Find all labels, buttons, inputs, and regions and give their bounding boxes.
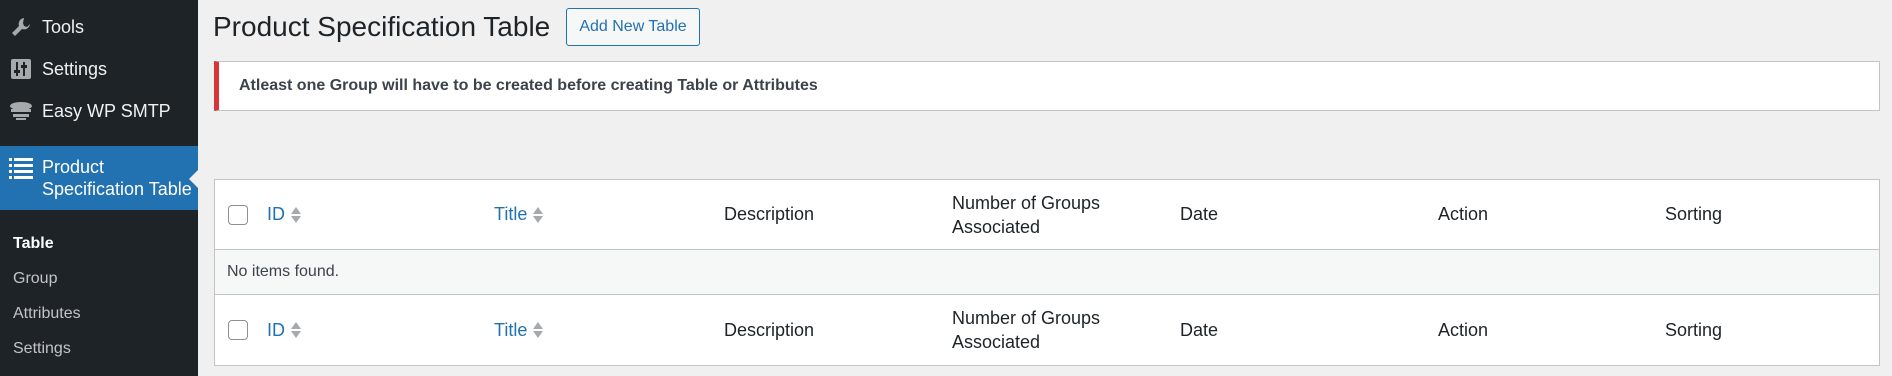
submenu-item-settings[interactable]: Settings (0, 331, 198, 366)
column-id[interactable]: ID (267, 295, 301, 365)
column-date: Date (1180, 319, 1219, 340)
column-groups-line2: Associated (952, 216, 1041, 237)
sidebar-item-easy-wp-smtp[interactable]: Easy WP SMTP (0, 90, 198, 132)
column-action: Action (1438, 319, 1489, 340)
column-date: Date (1180, 204, 1219, 224)
column-groups-line2: Associated (952, 332, 1041, 352)
column-title-label: Title (494, 319, 528, 340)
column-groups-line1: Number of Groups (952, 192, 1101, 213)
submenu: Table Group Attributes Settings (0, 226, 198, 366)
admin-sidebar: Tools Settings Easy WP SMTP Product Spec… (0, 0, 198, 376)
column-action: Action (1438, 204, 1489, 224)
column-id-label: ID (267, 204, 285, 224)
column-description: Description (724, 319, 815, 340)
select-all-cell (228, 180, 248, 249)
list-icon (9, 156, 33, 180)
submenu-item-attributes[interactable]: Attributes (0, 296, 198, 331)
settings-sliders-icon (9, 57, 33, 81)
wrench-icon (9, 15, 33, 39)
table-header-row: ID Title Description Number of Groups Ass… (215, 180, 1879, 250)
column-sorting: Sorting (1665, 319, 1723, 340)
column-id-label: ID (267, 319, 285, 340)
column-title[interactable]: Title (494, 295, 544, 365)
sidebar-item-settings[interactable]: Settings (0, 48, 198, 90)
sidebar-label-line2: Specification Table (42, 179, 192, 199)
sort-icon (533, 206, 544, 223)
empty-row: No items found. (215, 250, 1879, 295)
select-all-checkbox[interactable] (228, 320, 248, 340)
column-title-label: Title (494, 204, 528, 224)
sidebar-label-line1: Product (42, 157, 105, 177)
column-groups-line1: Number of Groups (952, 308, 1101, 328)
sort-icon (291, 206, 301, 223)
sidebar-item-label: Product Specification Table (42, 156, 192, 200)
sidebar-item-product-specification-table[interactable]: Product Specification Table (0, 146, 198, 210)
current-menu-arrow (189, 170, 198, 188)
column-number-of-groups: Number of Groups Associated (952, 295, 1100, 365)
sidebar-item-tools[interactable]: Tools (0, 6, 198, 48)
table-footer-row: ID Title Description Number of Groups Ass… (215, 295, 1879, 365)
submenu-item-table[interactable]: Table (0, 226, 198, 261)
sidebar-item-label: Easy WP SMTP (42, 100, 171, 121)
column-title[interactable]: Title (494, 180, 544, 249)
select-all-cell (228, 295, 248, 365)
sort-icon (291, 322, 301, 338)
sidebar-item-label: Tools (42, 16, 85, 37)
column-number-of-groups: Number of Groups Associated (952, 180, 1100, 249)
select-all-checkbox[interactable] (228, 204, 248, 225)
column-description: Description (724, 204, 815, 224)
submenu-item-group[interactable]: Group (0, 261, 198, 296)
column-id[interactable]: ID (267, 180, 301, 249)
column-sorting: Sorting (1665, 204, 1723, 224)
sort-icon (533, 322, 544, 338)
sidebar-item-label: Settings (42, 58, 108, 79)
notice-text: Atleast one Group will have to be create… (239, 77, 818, 94)
error-notice: Atleast one Group will have to be create… (214, 61, 1880, 111)
add-new-table-button[interactable]: Add New Table (566, 8, 700, 46)
tables-list: ID Title Description Number of Groups Ass… (214, 179, 1880, 366)
no-items-text: No items found. (227, 263, 340, 280)
page-title: Product Specification Table (213, 11, 551, 42)
smtp-icon (9, 99, 33, 123)
